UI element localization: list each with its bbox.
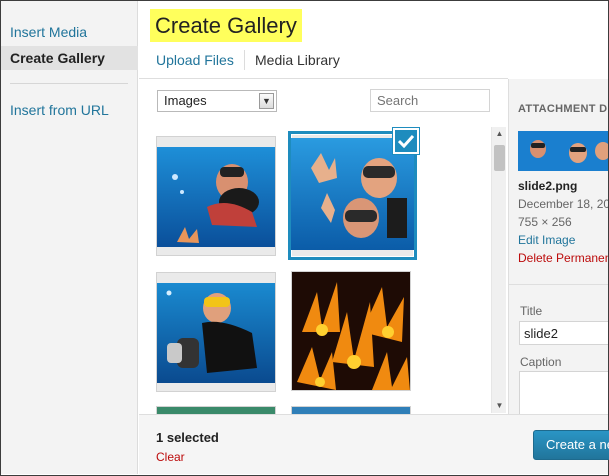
media-type-filter[interactable]: Images ▼ (157, 90, 277, 112)
divers-waving-image (291, 138, 414, 250)
caption-label: Caption (520, 355, 562, 369)
details-heading: ATTACHMENT DETAILS (518, 103, 608, 115)
menu-separator (10, 83, 128, 84)
search-input[interactable] (370, 89, 490, 112)
edit-image-link[interactable]: Edit Image (518, 233, 575, 247)
scroll-down-icon[interactable]: ▼ (492, 399, 507, 413)
details-dimensions: 755 × 256 (518, 215, 572, 229)
menu-item-insert-media[interactable]: Insert Media (1, 20, 138, 44)
diver-woman-image (157, 147, 275, 247)
filter-value: Images (164, 93, 207, 108)
attachment-thumbnail[interactable] (156, 406, 276, 414)
attachment-thumbnail[interactable] (291, 406, 411, 414)
caption-field[interactable] (519, 371, 608, 414)
create-gallery-button[interactable]: Create a new gallery (533, 430, 609, 460)
title-label: Title (520, 304, 543, 318)
scroll-up-icon[interactable]: ▲ (492, 127, 507, 141)
details-divider (509, 284, 608, 285)
selected-check-badge[interactable] (393, 128, 419, 154)
attachment-thumbnail[interactable] (291, 271, 411, 391)
attachment-thumbnail[interactable] (156, 136, 276, 256)
page-title: Create Gallery (150, 9, 302, 42)
header-divider (139, 78, 508, 79)
dropdown-arrow-icon: ▼ (259, 93, 274, 109)
details-thumbnail (518, 131, 608, 171)
scrollbar-thumb[interactable] (494, 145, 505, 171)
tab-separator (244, 50, 245, 70)
media-toolbar: 1 selected Clear Create a new gallery (139, 414, 609, 474)
attachment-thumbnail[interactable] (156, 272, 276, 392)
tab-media-library[interactable]: Media Library (255, 50, 340, 70)
selection-count: 1 selected (156, 430, 219, 445)
details-date: December 18, 2012 (518, 197, 608, 211)
attachments-scrollbar[interactable]: ▲ ▼ (491, 127, 506, 413)
menu-item-create-gallery[interactable]: Create Gallery (1, 46, 138, 70)
orange-coral-image (292, 272, 410, 390)
tab-upload-files[interactable]: Upload Files (156, 50, 234, 70)
delete-permanently-link[interactable]: Delete Permanently (518, 251, 608, 265)
menu-item-insert-from-url[interactable]: Insert from URL (1, 98, 138, 122)
media-menu: Insert Media Create Gallery Insert from … (1, 1, 138, 474)
clear-selection-link[interactable]: Clear (156, 450, 185, 464)
diver-scooter-image (157, 283, 275, 383)
attachment-details-sidebar: ATTACHMENT DETAILS slide2.png December 1… (508, 79, 608, 414)
details-filename: slide2.png (518, 179, 578, 193)
checkmark-icon (398, 134, 414, 148)
title-field[interactable] (519, 321, 608, 345)
